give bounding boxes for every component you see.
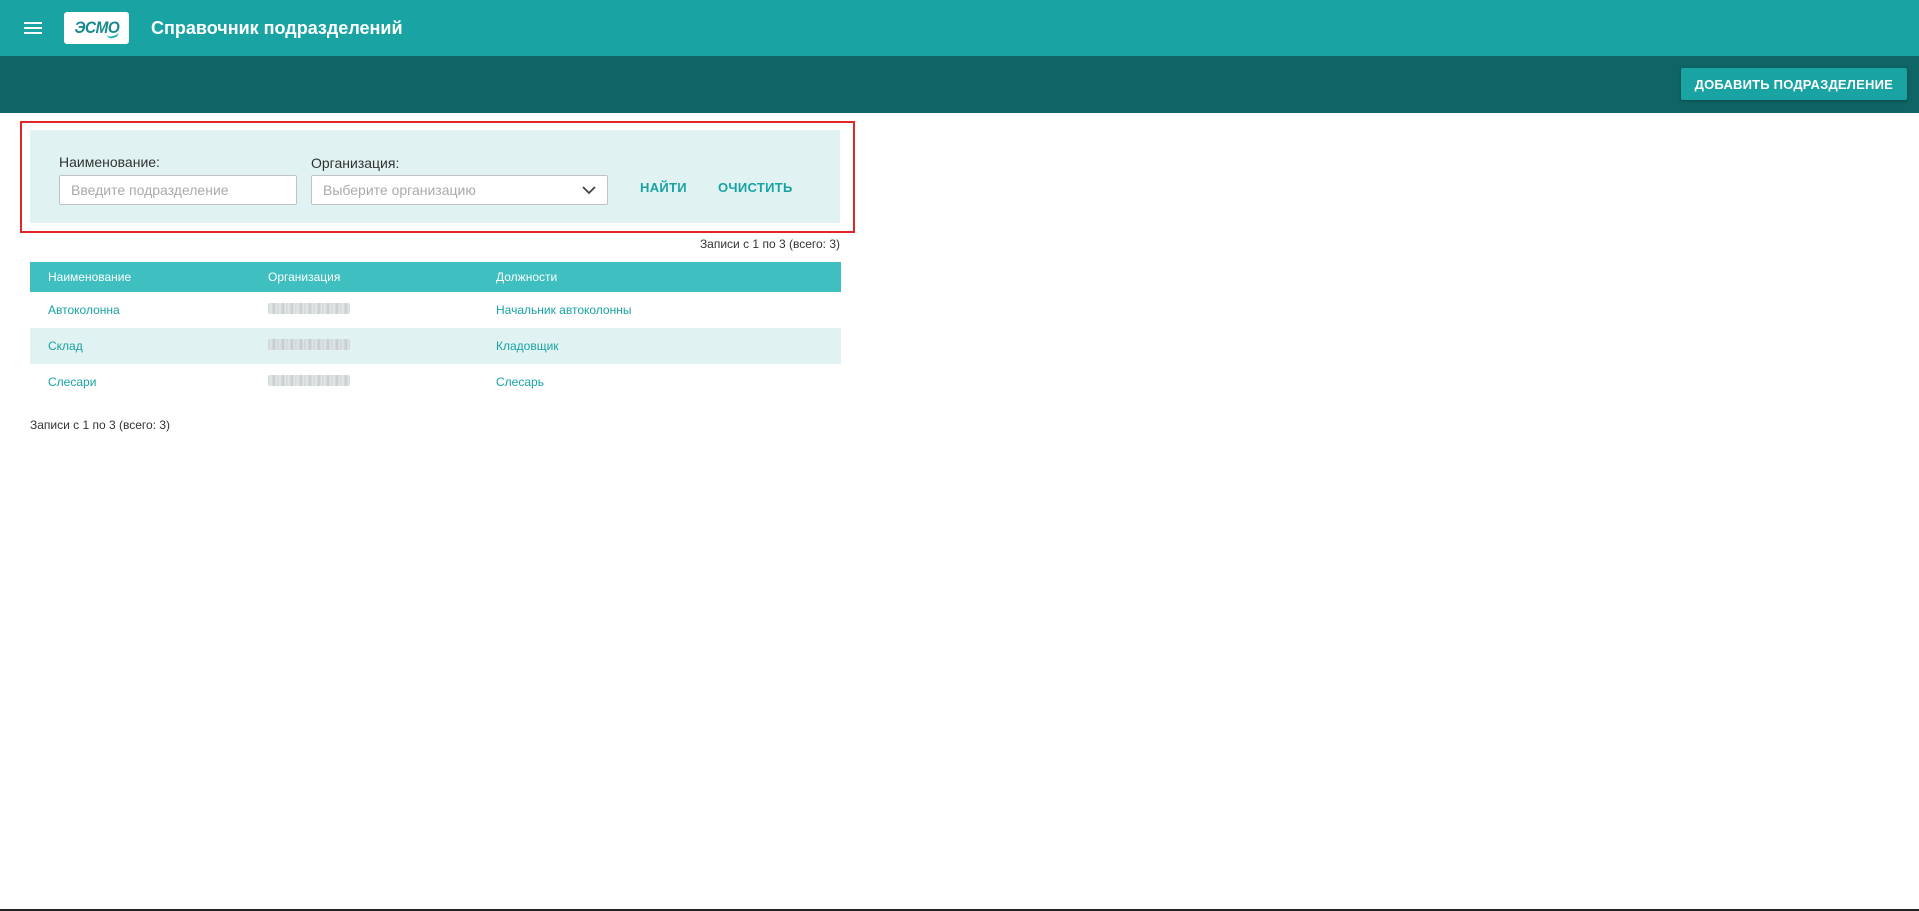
name-search-input[interactable] — [59, 175, 297, 205]
action-bar: ДОБАВИТЬ ПОДРАЗДЕЛЕНИЕ — [0, 56, 1919, 113]
table-header: Наименование Организация Должности — [30, 262, 841, 292]
find-button[interactable]: НАЙТИ — [640, 180, 687, 195]
position-link[interactable]: Начальник автоколонны — [496, 303, 631, 317]
organization-field-label: Организация: — [311, 155, 400, 171]
redacted-organization — [268, 339, 350, 350]
table-row: Автоколонна Начальник автоколонны — [30, 292, 841, 328]
menu-icon[interactable] — [24, 21, 42, 35]
name-field-label: Наименование: — [59, 154, 160, 170]
column-header-positions[interactable]: Должности — [496, 270, 841, 284]
add-department-button[interactable]: ДОБАВИТЬ ПОДРАЗДЕЛЕНИЕ — [1680, 68, 1907, 100]
top-app-bar: ЭСМО Справочник подразделений — [0, 0, 1919, 56]
page-title: Справочник подразделений — [151, 17, 403, 38]
clear-button[interactable]: ОЧИСТИТЬ — [718, 180, 793, 195]
chevron-down-icon — [582, 186, 596, 195]
position-link[interactable]: Слесарь — [496, 375, 544, 389]
position-link[interactable]: Кладовщик — [496, 339, 559, 353]
department-name-link[interactable]: Автоколонна — [48, 303, 120, 317]
app-logo[interactable]: ЭСМО — [64, 12, 129, 44]
column-header-organization[interactable]: Организация — [268, 270, 496, 284]
department-name-link[interactable]: Слесари — [48, 375, 96, 389]
table-row: Слесари Слесарь — [30, 364, 841, 400]
department-name-link[interactable]: Склад — [48, 339, 83, 353]
organization-select[interactable]: Выберите организацию — [311, 175, 608, 205]
records-count-bottom: Записи с 1 по 3 (всего: 3) — [30, 418, 171, 432]
column-header-name[interactable]: Наименование — [30, 270, 268, 284]
redacted-organization — [268, 375, 350, 386]
organization-select-placeholder: Выберите организацию — [323, 182, 476, 198]
redacted-organization — [268, 303, 350, 314]
records-count-top: Записи с 1 по 3 (всего: 3) — [699, 237, 840, 251]
departments-table: Наименование Организация Должности Авток… — [30, 262, 841, 400]
table-row: Склад Кладовщик — [30, 328, 841, 364]
